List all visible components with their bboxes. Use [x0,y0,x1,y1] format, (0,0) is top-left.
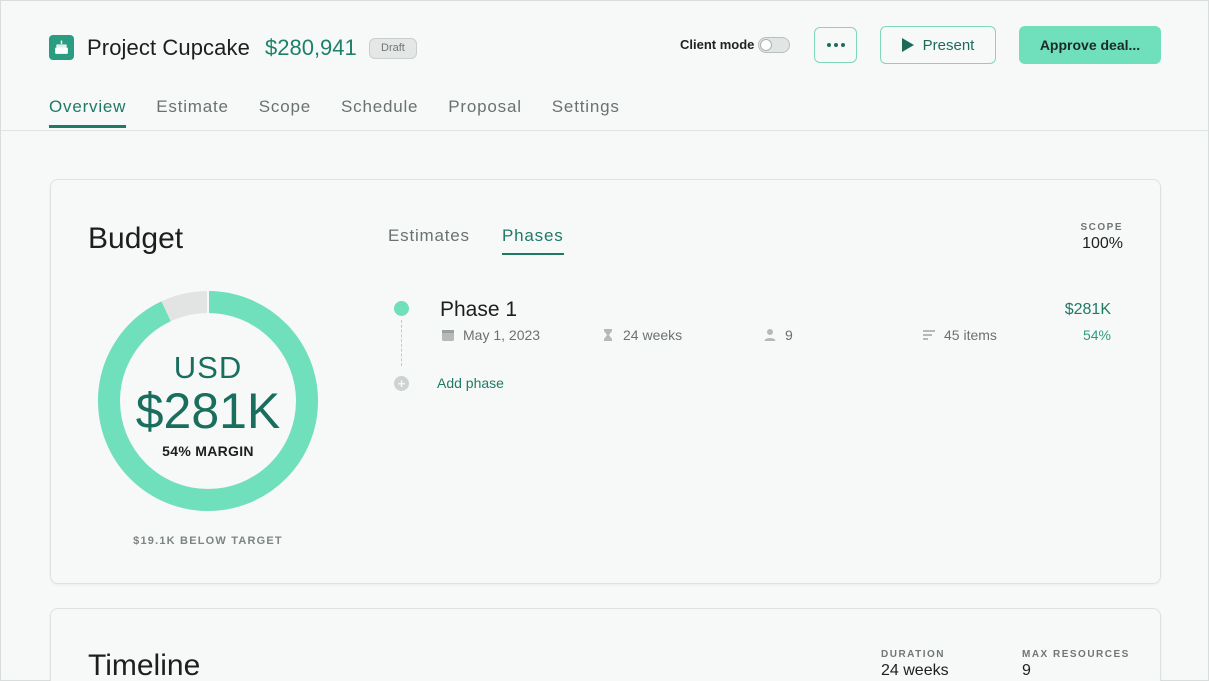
tab-phases[interactable]: Phases [502,226,564,255]
more-icon-dot [840,43,845,47]
donut-margin: 54% MARGIN [162,443,254,459]
tab-schedule[interactable]: Schedule [341,97,418,128]
phase-people: 9 [763,327,793,343]
phase-date: May 1, 2023 [441,327,540,343]
timeline-card: Timeline DURATION 24 weeks MAX RESOURCES… [50,608,1161,681]
add-phase-link[interactable]: Add phase [437,375,504,391]
phase-marker [394,301,409,316]
phase-connector [401,320,402,366]
phase-date-text: May 1, 2023 [463,327,541,343]
project-title: Project Cupcake [87,35,250,60]
budget-card: Budget USD $281K 54% MARGIN $19.1K BELOW… [50,179,1161,584]
app-header: Project Cupcake $280,941 Draft Client mo… [1,1,1208,131]
present-button[interactable]: Present [880,26,996,64]
add-icon[interactable]: + [394,376,409,391]
phase-name[interactable]: Phase 1 [440,298,517,322]
status-badge: Draft [369,38,417,59]
nav-tabs: Overview Estimate Scope Schedule Proposa… [49,97,650,128]
person-icon [764,329,776,341]
phase-items: 45 items [922,327,997,343]
phase-amount: $281K [1064,301,1111,318]
phase-duration: 24 weeks [601,327,682,343]
max-resources-label: MAX RESOURCES [1022,649,1130,660]
donut-amount: $281K [135,383,281,439]
scope-label: SCOPE [1080,222,1123,233]
tab-settings[interactable]: Settings [552,97,620,128]
client-mode-label: Client mode [680,37,755,52]
budget-title: Budget [88,222,184,255]
tab-estimates[interactable]: Estimates [388,226,470,246]
donut-currency: USD [173,350,243,385]
client-mode-toggle[interactable] [758,37,790,53]
duration-label: DURATION [881,649,946,660]
more-icon [826,43,831,47]
list-icon [923,330,935,340]
duration-value: 24 weeks [881,662,949,679]
phase-duration-text: 24 weeks [623,327,683,343]
tab-estimate[interactable]: Estimate [156,97,229,128]
present-label: Present [922,36,975,54]
approve-deal-button[interactable]: Approve deal... [1019,26,1161,64]
more-icon-dot [833,43,838,47]
scope-value: 100% [1082,235,1123,252]
cake-icon [49,35,74,60]
tab-proposal[interactable]: Proposal [448,97,522,128]
toggle-knob [760,39,772,51]
play-icon [901,38,914,52]
below-target-text: $19.1K BELOW TARGET [133,535,283,547]
timeline-title: Timeline [88,649,201,681]
more-options-button[interactable] [814,27,857,63]
hourglass-icon [604,329,612,341]
max-resources-value: 9 [1022,662,1031,679]
tab-scope[interactable]: Scope [259,97,311,128]
phase-people-text: 9 [785,327,793,343]
project-price: $280,941 [265,35,357,60]
phase-percent: 54% [1082,327,1111,343]
tab-overview[interactable]: Overview [49,97,127,128]
calendar-icon [442,330,454,341]
phase-items-text: 45 items [944,327,997,343]
